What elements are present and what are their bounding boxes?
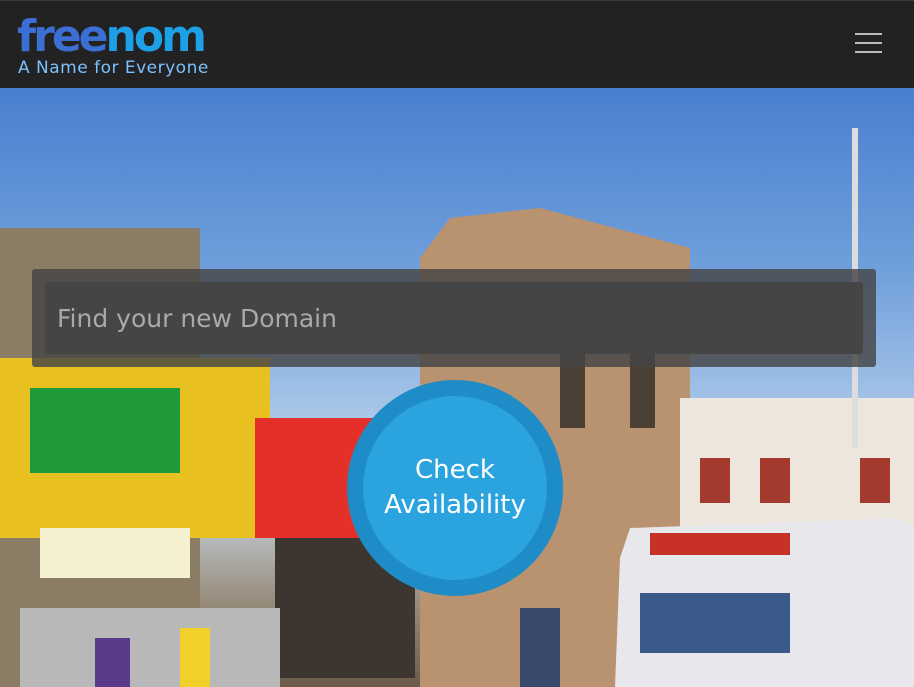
tagline: A Name for Everyone — [18, 58, 209, 78]
check-availability-button[interactable]: Check Availability — [363, 396, 547, 580]
check-label: Check — [415, 455, 495, 485]
top-navbar: freenom A Name for Everyone — [0, 0, 914, 88]
domain-search-panel — [32, 269, 876, 367]
availability-label: Availability — [384, 490, 526, 520]
hamburger-menu-icon[interactable] — [853, 33, 883, 57]
check-availability-ring: Check Availability — [347, 380, 563, 596]
hero-banner: Check Availability — [0, 88, 914, 687]
logo-wordmark: freenom — [17, 11, 207, 62]
freenom-logo[interactable]: freenom — [17, 11, 207, 62]
domain-search-input[interactable] — [45, 282, 863, 354]
